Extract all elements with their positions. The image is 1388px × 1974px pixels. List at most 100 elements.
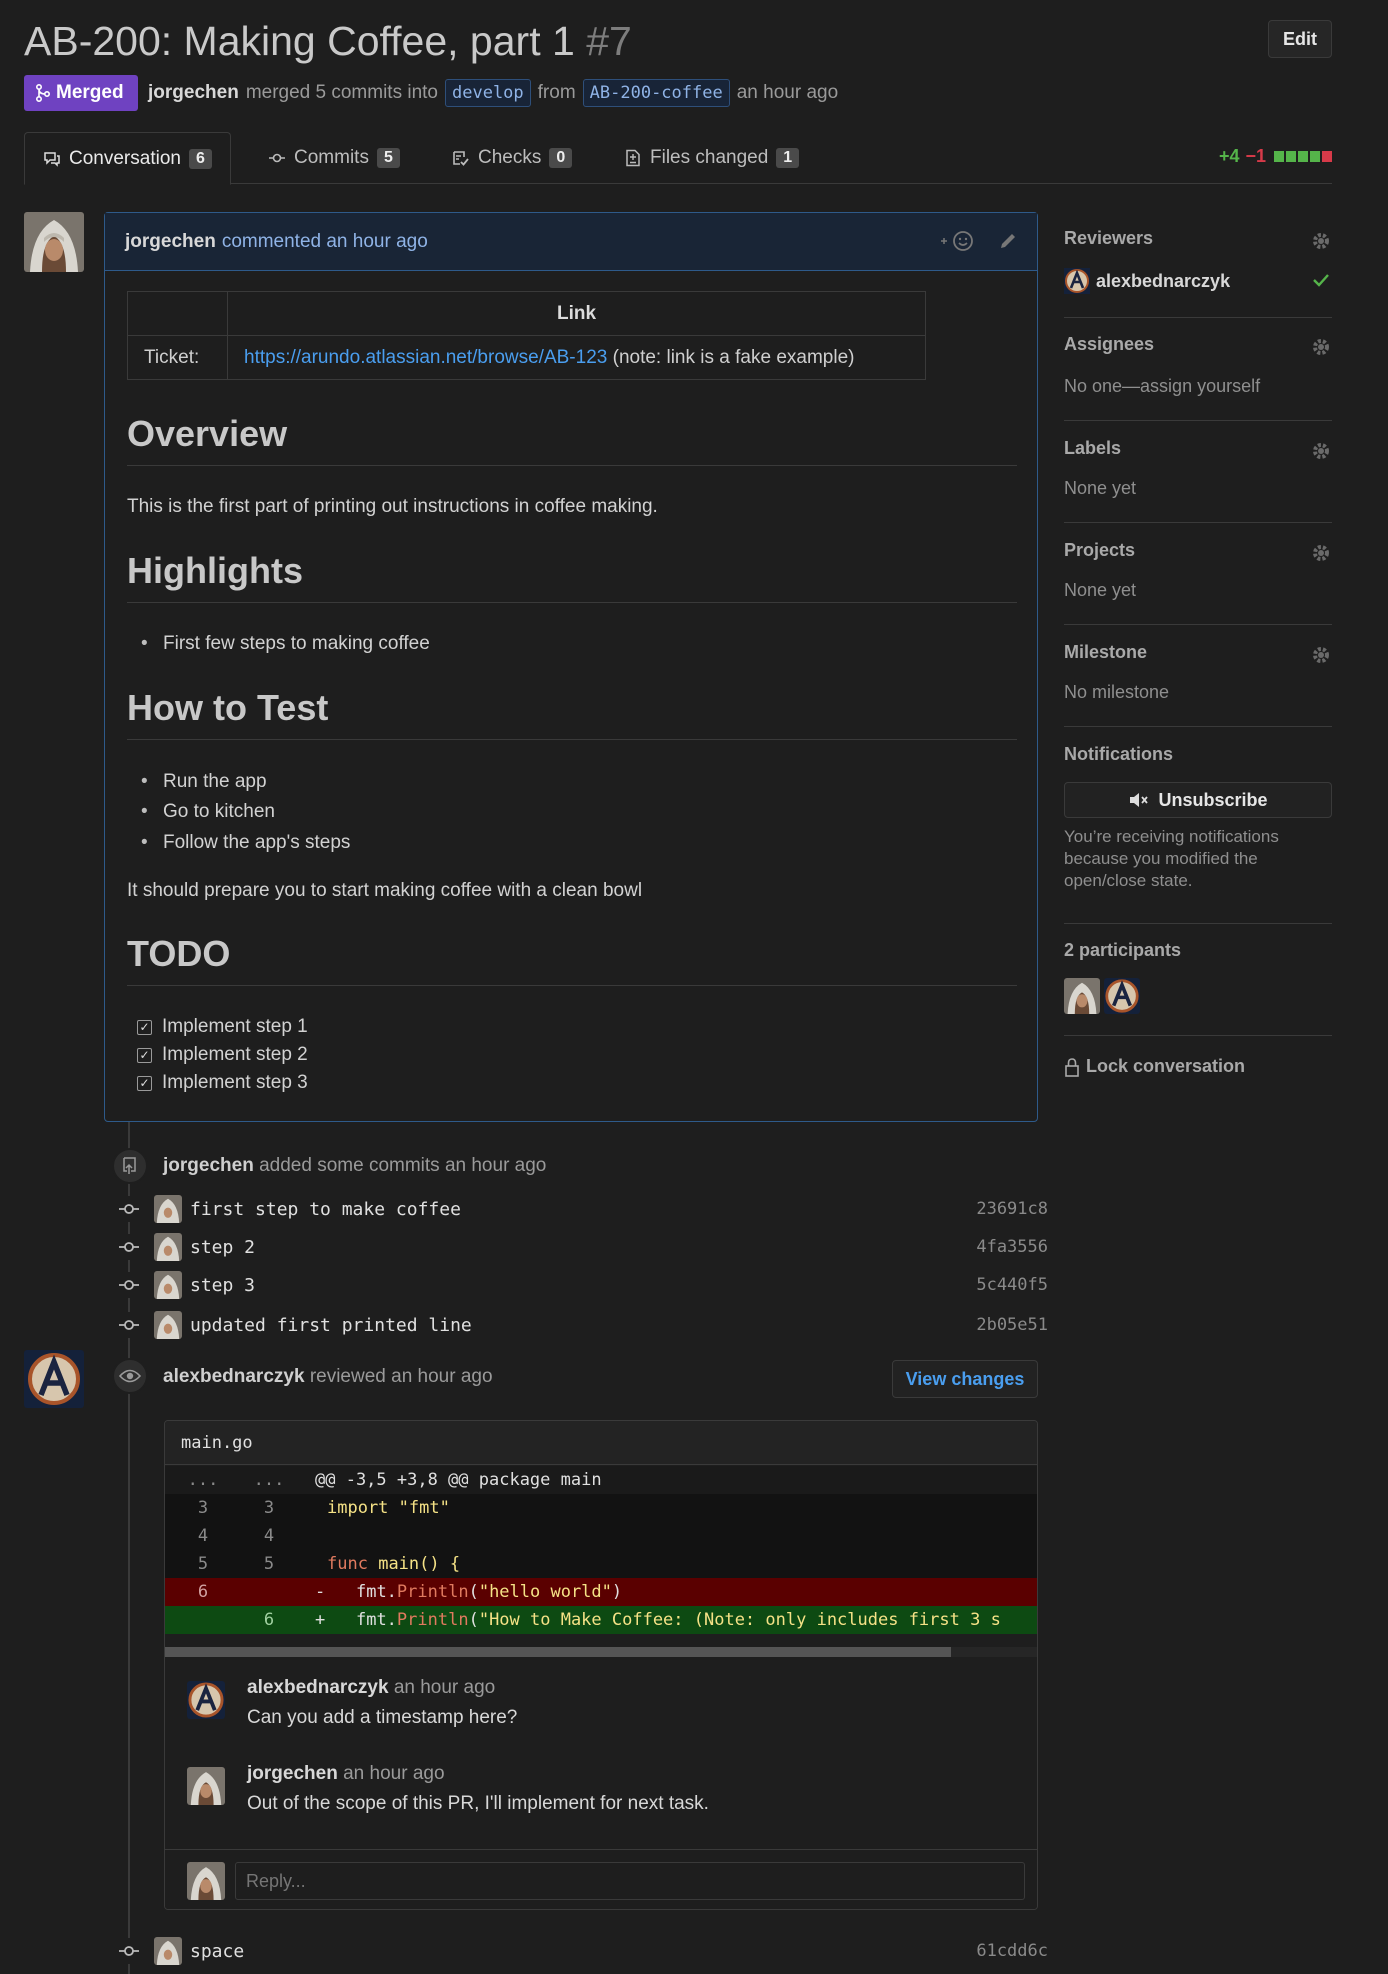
tab-commits[interactable]: Commits 5 [250,132,418,184]
commit-avatar[interactable] [154,1937,182,1965]
author-avatar[interactable] [24,212,84,272]
diff-sign: - [315,1582,326,1602]
commit-sha[interactable]: 61cdd6c [976,1941,1048,1961]
new-line-number[interactable]: 5 [241,1554,297,1574]
task-checkbox[interactable]: ✓ [137,1047,152,1063]
review-comment-time[interactable]: an hour ago [343,1763,444,1784]
horizontal-scrollbar[interactable] [165,1647,1037,1657]
task-checkbox[interactable]: ✓ [137,1075,152,1091]
old-line-number[interactable]: 3 [175,1498,231,1518]
tab-files-changed[interactable]: Files changed 1 [606,132,817,184]
old-line-number[interactable]: 4 [175,1526,231,1546]
participant-avatar[interactable] [1064,978,1100,1014]
edit-button[interactable]: Edit [1268,20,1332,58]
participant-avatar[interactable] [1104,978,1140,1014]
labels-title[interactable]: Labels [1064,438,1121,459]
pr-tabs: Conversation 6 Commits 5 Checks 0 Files … [24,132,1332,185]
commit-sha[interactable]: 4fa3556 [976,1237,1048,1257]
view-changes-button[interactable]: View changes [892,1360,1038,1398]
old-line-number[interactable]: ... [175,1470,231,1490]
push-event-text: jorgechen added some commits an hour ago [163,1155,546,1177]
commit-avatar[interactable] [154,1233,182,1261]
task-checkbox[interactable]: ✓ [137,1019,152,1035]
hunk-header: @@ -3,5 +3,8 @@ package main [315,1470,602,1490]
commit-sha[interactable]: 2b05e51 [976,1315,1048,1335]
diff-line: 3 3 import "fmt" [165,1494,1037,1522]
commit-message[interactable]: first step to make coffee [190,1199,461,1220]
a-logo-avatar-icon [1104,978,1140,1014]
author-link[interactable]: jorgechen [148,82,239,104]
gear-icon[interactable] [1310,336,1332,358]
reviewer-avatar[interactable] [1064,268,1090,294]
review-event-time[interactable]: an hour ago [391,1366,492,1387]
review-comment-avatar[interactable] [187,1681,225,1719]
gear-icon[interactable] [1310,542,1332,564]
push-event-time[interactable]: an hour ago [445,1155,546,1176]
git-commit-icon [269,153,285,163]
reviewer-timeline-avatar[interactable] [24,1350,84,1408]
comment-author[interactable]: jorgechen [125,231,216,253]
projects-title[interactable]: Projects [1064,540,1135,561]
head-branch[interactable]: AB-200-coffee [582,79,730,107]
new-line-number[interactable]: 6 [241,1610,297,1630]
edit-pencil-icon[interactable] [997,229,1019,253]
table-cell-ticket-label: Ticket: [127,335,228,380]
add-reaction-icon[interactable] [939,229,977,253]
tab-conversation-label: Conversation [69,147,181,169]
commit-avatar[interactable] [154,1271,182,1299]
ticket-note: (note: link is a fake example) [612,346,855,368]
pr-title: AB-200: Making Coffee, part 1 #7 [24,18,632,65]
sidebar-assignees: Assignees No one—assign yourself [1064,334,1332,421]
commit-message[interactable]: space [190,1941,244,1962]
lock-conversation-link[interactable]: Lock conversation [1064,1056,1245,1077]
review-event-badge [112,1358,148,1394]
review-comment-avatar[interactable] [187,1767,225,1805]
unsubscribe-button[interactable]: Unsubscribe [1064,782,1332,818]
old-line-number[interactable]: 6 [175,1582,231,1602]
new-line-number[interactable]: ... [241,1470,297,1490]
new-line-number[interactable]: 3 [241,1498,297,1518]
gear-icon[interactable] [1310,440,1332,462]
commit-row: space 61cdd6c [116,1934,1048,1968]
push-event-user[interactable]: jorgechen [163,1155,254,1176]
assignees-value[interactable]: No one—assign yourself [1064,376,1260,397]
reply-input[interactable] [235,1862,1025,1900]
notifications-reason: You’re receiving notifications because y… [1064,826,1279,892]
a-logo-avatar-icon [24,1350,84,1408]
commit-sha[interactable]: 23691c8 [976,1199,1048,1219]
comment-meta[interactable]: commented an hour ago [222,231,428,253]
hooded-avatar-icon [1064,978,1100,1014]
review-comment-time[interactable]: an hour ago [394,1677,495,1698]
new-line-number[interactable]: 4 [241,1526,297,1546]
review-comment-user[interactable]: alexbednarczyk [247,1677,389,1698]
milestone-value: No milestone [1064,682,1170,702]
assignees-title[interactable]: Assignees [1064,334,1154,355]
commit-message[interactable]: updated first printed line [190,1315,472,1336]
scrollbar-thumb[interactable] [165,1647,951,1657]
tab-commits-label: Commits [294,147,369,168]
commit-message[interactable]: step 2 [190,1237,255,1258]
reviewer-name[interactable]: alexbednarczyk [1096,271,1230,292]
tab-conversation[interactable]: Conversation 6 [24,132,231,185]
base-branch[interactable]: develop [445,79,531,107]
commit-sha[interactable]: 5c440f5 [976,1275,1048,1295]
review-event-user[interactable]: alexbednarczyk [163,1366,305,1387]
ticket-link[interactable]: https://arundo.atlassian.net/browse/AB-1… [244,347,607,368]
sidebar-participants: 2 participants [1064,940,1332,1036]
hooded-avatar-icon [187,1862,225,1900]
task-label: Implement step 3 [162,1072,308,1093]
commit-avatar[interactable] [154,1311,182,1339]
old-line-number[interactable]: 5 [175,1554,231,1574]
review-comment-user[interactable]: jorgechen [247,1763,338,1784]
commit-avatar[interactable] [154,1195,182,1223]
tab-checks[interactable]: Checks 0 [434,132,590,184]
gear-icon[interactable] [1310,230,1332,252]
diffstat[interactable]: +4 −1 [1219,146,1332,167]
notifications-reason-line: You’re receiving notifications [1064,827,1279,846]
push-event-badge [112,1148,148,1184]
reviewers-title[interactable]: Reviewers [1064,228,1153,249]
commit-message[interactable]: step 3 [190,1275,255,1296]
milestone-title[interactable]: Milestone [1064,642,1147,663]
file-name[interactable]: main.go [181,1433,253,1453]
gear-icon[interactable] [1310,644,1332,666]
